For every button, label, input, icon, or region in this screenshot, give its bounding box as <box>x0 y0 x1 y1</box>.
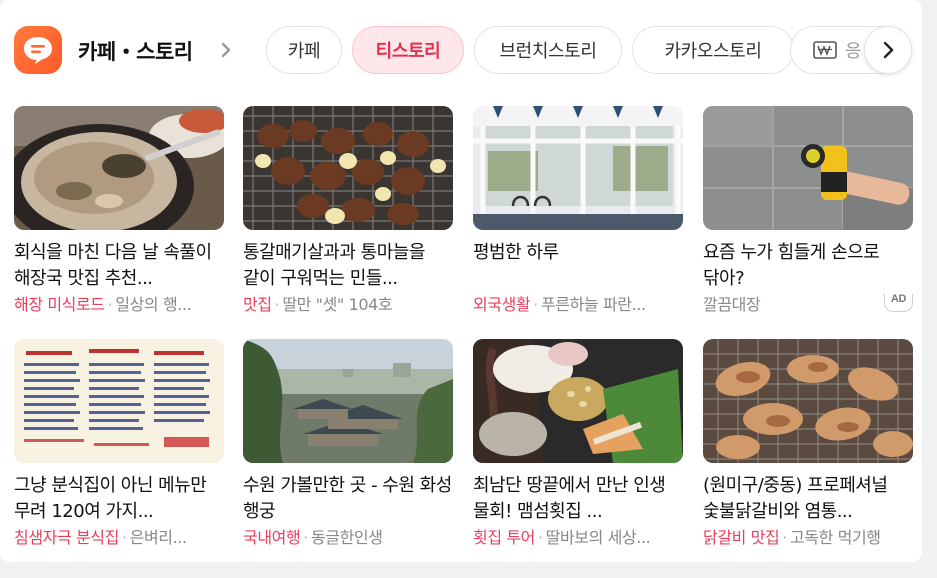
story-item[interactable]: 최남단 땅끝에서 만난 인생 물회! 맴섬횟집 ... 횟집 투어 · 딸바보의 세… <box>473 339 683 549</box>
item-title[interactable]: 평범한 하루 <box>473 240 683 292</box>
tab-label: 카페 <box>287 41 321 62</box>
tab-label: 응 <box>845 41 862 62</box>
thumbnail-image[interactable] <box>703 339 913 463</box>
item-title[interactable]: 수원 가볼만한 곳 - 수원 화성 행궁 <box>243 473 453 525</box>
thumbnail-image[interactable] <box>243 106 453 230</box>
item-title[interactable]: 요즘 누가 힘들게 손으로 닦아? <box>703 240 913 292</box>
tab-label: 티스토리 <box>375 41 441 62</box>
item-category[interactable]: 해장 미식로드 <box>14 295 105 314</box>
item-meta: 해장 미식로드 · 일상의 행... <box>14 294 224 316</box>
won-icon <box>813 41 837 59</box>
thumbnail-image[interactable] <box>14 106 224 230</box>
item-source[interactable]: 깔끔대장 <box>703 295 761 314</box>
thumbnail-image[interactable] <box>14 339 224 463</box>
story-item[interactable]: (원미구/중동) 프로페셔널 숯불닭갈비와 염통... 닭갈비 맛집 · 고독한 먹… <box>703 339 913 549</box>
item-meta: 국내여행 · 동글한인생 <box>243 527 453 549</box>
story-card: 카페・스토리 카페 티스토리 브런치스토리 카카오스토리 응 회식을 마친 다음… <box>0 0 922 562</box>
item-source[interactable]: 은벼리... <box>130 528 187 547</box>
next-tabs-button[interactable] <box>864 26 912 74</box>
chevron-right-icon[interactable] <box>218 38 234 62</box>
item-meta: 횟집 투어 · 딸바보의 세상... <box>473 527 683 549</box>
story-item[interactable]: 그냥 분식집이 아닌 메뉴만 무려 120여 가지... 침샘자극 분식집 · 은벼… <box>14 339 224 549</box>
chat-bubble-icon[interactable] <box>14 26 62 74</box>
item-meta: 침샘자극 분식집 · 은벼리... <box>14 527 224 549</box>
item-source[interactable]: 푸른하늘 파란... <box>541 295 646 314</box>
item-category[interactable]: 닭갈비 맛집 <box>703 528 780 547</box>
item-meta: 맛집 · 딸만 "셋" 104호 <box>243 294 453 316</box>
separator-dot: · <box>533 295 538 314</box>
tab-brunch[interactable]: 브런치스토리 <box>474 26 622 74</box>
item-title[interactable]: (원미구/중동) 프로페셔널 숯불닭갈비와 염통... <box>703 473 913 525</box>
tab-tistory[interactable]: 티스토리 <box>352 26 464 74</box>
item-meta: 깔끔대장 AD <box>703 294 913 316</box>
item-category[interactable]: 맛집 <box>243 295 272 314</box>
item-meta: 닭갈비 맛집 · 고독한 먹기행 <box>703 527 913 549</box>
item-source[interactable]: 딸만 "셋" 104호 <box>282 295 392 314</box>
top-nav: 카페・스토리 카페 티스토리 브런치스토리 카카오스토리 응 <box>14 24 916 80</box>
separator-dot: · <box>782 528 787 547</box>
item-source[interactable]: 동글한인생 <box>311 528 383 547</box>
item-category[interactable]: 횟집 투어 <box>473 528 535 547</box>
item-meta: 외국생활 · 푸른하늘 파란... <box>473 294 683 316</box>
ad-badge: AD <box>883 294 913 312</box>
item-source[interactable]: 일상의 행... <box>115 295 191 314</box>
item-title[interactable]: 그냥 분식집이 아닌 메뉴만 무려 120여 가지... <box>14 473 224 525</box>
separator-dot: · <box>303 528 308 547</box>
separator-dot: · <box>274 295 280 314</box>
story-item[interactable]: 통갈매기살과과 통마늘을 같이 구워먹는 민들... 맛집 · 딸만 "셋" 104… <box>243 106 453 316</box>
item-category[interactable]: 국내여행 <box>243 528 301 547</box>
thumbnail-image[interactable] <box>473 106 683 230</box>
story-item[interactable]: 회식을 마친 다음 날 속풀이 해장국 맛집 추천... 해장 미식로드 · 일상의… <box>14 106 224 316</box>
thumbnail-image[interactable] <box>703 106 913 230</box>
item-title[interactable]: 회식을 마친 다음 날 속풀이 해장국 맛집 추천... <box>14 240 224 292</box>
ad-item[interactable]: 요즘 누가 힘들게 손으로 닦아? 깔끔대장 AD <box>703 106 913 316</box>
story-item[interactable]: 수원 가볼만한 곳 - 수원 화성 행궁 국내여행 · 동글한인생 <box>243 339 453 549</box>
item-source[interactable]: 고독한 먹기행 <box>790 528 881 547</box>
thumbnail-image[interactable] <box>243 339 453 463</box>
item-title[interactable]: 통갈매기살과과 통마늘을 같이 구워먹는 민들... <box>243 240 453 292</box>
item-title[interactable]: 최남단 땅끝에서 만난 인생 물회! 맴섬횟집 ... <box>473 473 683 525</box>
item-category[interactable]: 외국생활 <box>473 295 531 314</box>
tab-label: 브런치스토리 <box>499 41 597 62</box>
tab-cafe[interactable]: 카페 <box>266 26 342 74</box>
tab-label: 카카오스토리 <box>664 41 762 62</box>
brand-title[interactable]: 카페・스토리 <box>78 36 193 66</box>
item-source[interactable]: 딸바보의 세상... <box>546 528 651 547</box>
thumbnail-image[interactable] <box>473 339 683 463</box>
story-item[interactable]: 평범한 하루 외국생활 · 푸른하늘 파란... <box>473 106 683 316</box>
separator-dot: · <box>537 528 543 547</box>
chevron-right-icon <box>883 41 894 59</box>
separator-dot: · <box>107 295 113 314</box>
separator-dot: · <box>121 528 127 547</box>
tab-kakaostory[interactable]: 카카오스토리 <box>632 26 794 74</box>
item-category[interactable]: 침샘자극 분식집 <box>14 528 119 547</box>
